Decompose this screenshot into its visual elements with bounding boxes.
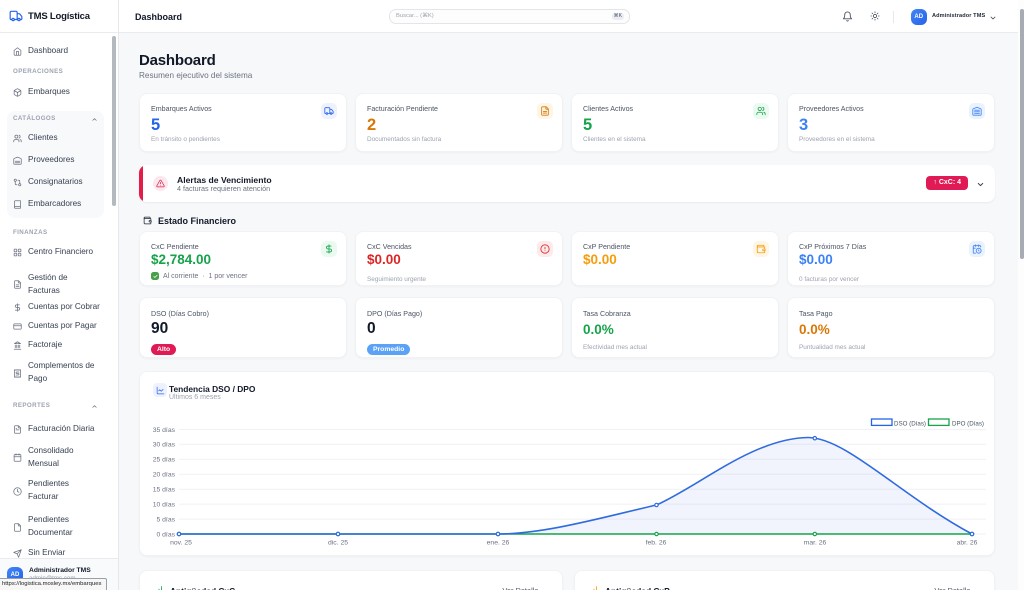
svg-text:35 días: 35 días	[153, 427, 176, 434]
svg-text:abr. 26: abr. 26	[957, 540, 978, 547]
svg-text:DPO (Días): DPO (Días)	[952, 420, 984, 427]
svg-text:30 días: 30 días	[153, 442, 176, 449]
svg-text:15 días: 15 días	[153, 487, 176, 494]
svg-text:ene. 26: ene. 26	[487, 540, 510, 547]
svg-text:dic. 25: dic. 25	[328, 540, 348, 547]
svg-text:mar. 26: mar. 26	[804, 540, 827, 547]
svg-text:nov. 25: nov. 25	[170, 540, 192, 547]
svg-text:feb. 26: feb. 26	[646, 540, 667, 547]
svg-text:10 días: 10 días	[153, 502, 176, 509]
svg-text:5 días: 5 días	[156, 517, 175, 524]
svg-text:25 días: 25 días	[153, 457, 176, 464]
svg-text:DSO (Días): DSO (Días)	[894, 420, 926, 427]
svg-text:20 días: 20 días	[153, 472, 176, 479]
svg-text:0 días: 0 días	[156, 531, 175, 538]
